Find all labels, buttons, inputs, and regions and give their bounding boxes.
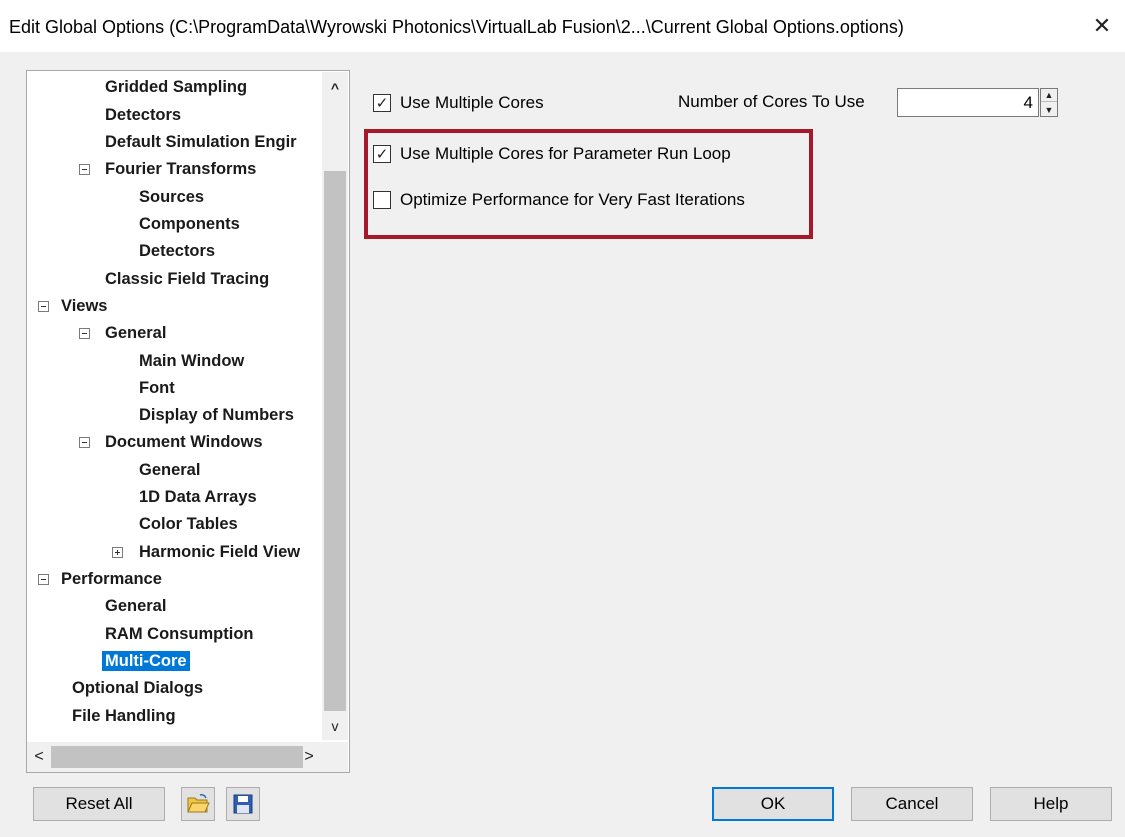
edit-global-options-dialog: Edit Global Options (C:\ProgramData\Wyro… [0, 0, 1125, 837]
tree-item[interactable]: Sources [139, 184, 204, 210]
tree-item[interactable]: Harmonic Field View [112, 539, 300, 565]
close-button[interactable]: ✕ [1079, 0, 1125, 52]
param-run-loop-label: Use Multiple Cores for Parameter Run Loo… [400, 144, 731, 163]
options-tree[interactable]: Gridded Sampling Detectors Default Simul… [26, 70, 350, 773]
save-button[interactable] [226, 787, 260, 821]
fast-iterations-label: Optimize Performance for Very Fast Itera… [400, 190, 745, 209]
collapse-icon[interactable] [79, 437, 90, 448]
collapse-icon[interactable] [79, 164, 90, 175]
triangle-up-icon: ▲ [1044, 90, 1054, 100]
fast-iterations-option[interactable]: Optimize Performance for Very Fast Itera… [373, 190, 745, 210]
triangle-down-icon: ▼ [1044, 104, 1054, 115]
spin-down-button[interactable]: ▼ [1041, 103, 1057, 116]
tree-item[interactable]: Components [139, 211, 240, 237]
scrollbar-corner [322, 742, 348, 772]
tree-item[interactable]: Display of Numbers [139, 402, 294, 428]
reset-all-button[interactable]: Reset All [33, 787, 165, 821]
ok-button[interactable]: OK [712, 787, 834, 821]
tree-item[interactable]: Gridded Sampling [105, 74, 247, 100]
tree-item[interactable]: Font [139, 375, 175, 401]
tree-item[interactable]: Performance [38, 566, 162, 592]
chevron-down-icon: v [331, 718, 339, 734]
tree-item[interactable]: Detectors [105, 102, 181, 128]
cores-count-input[interactable] [897, 88, 1039, 117]
scroll-thumb[interactable] [51, 746, 303, 768]
cancel-label: Cancel [885, 794, 939, 813]
collapse-icon[interactable] [79, 328, 90, 339]
tree-item[interactable]: General [79, 320, 166, 346]
reset-all-label: Reset All [65, 794, 133, 813]
cores-spinner[interactable]: ▲ ▼ [1040, 88, 1058, 117]
ok-label: OK [760, 794, 786, 813]
tree-item[interactable]: Optional Dialogs [72, 675, 203, 701]
scroll-up-button[interactable]: ^ [322, 76, 348, 100]
tree-item[interactable]: Classic Field Tracing [105, 266, 269, 292]
close-icon: ✕ [1092, 13, 1112, 38]
collapse-icon[interactable] [38, 301, 49, 312]
scroll-right-button[interactable]: > [297, 742, 321, 772]
use-multiple-cores-label: Use Multiple Cores [400, 93, 544, 112]
tree-item[interactable]: Detectors [139, 238, 215, 264]
window-title: Edit Global Options (C:\ProgramData\Wyro… [9, 17, 904, 37]
help-label: Help [1033, 794, 1069, 813]
checkbox-param-run-loop[interactable]: ✓ [373, 145, 391, 163]
tree-item[interactable]: General [139, 457, 200, 483]
tree-item[interactable]: File Handling [72, 703, 176, 729]
scroll-left-button[interactable]: < [27, 742, 51, 772]
tree-item[interactable]: RAM Consumption [105, 621, 253, 647]
help-button[interactable]: Help [990, 787, 1112, 821]
tree-item[interactable]: Main Window [139, 348, 244, 374]
open-button[interactable] [181, 787, 215, 821]
tree-item[interactable]: Views [38, 293, 107, 319]
use-multiple-cores-option[interactable]: ✓ Use Multiple Cores [373, 93, 544, 113]
open-folder-icon [187, 794, 210, 813]
checkbox-use-multiple-cores[interactable]: ✓ [373, 94, 391, 112]
tree-vertical-scrollbar[interactable]: ^ v [322, 72, 348, 740]
chevron-up-icon: ^ [330, 80, 340, 96]
save-disk-icon [233, 794, 253, 814]
chevron-right-icon: > [304, 748, 314, 765]
tree-item[interactable]: 1D Data Arrays [139, 484, 257, 510]
scroll-down-button[interactable]: v [322, 714, 348, 738]
tree-horizontal-scrollbar[interactable]: < > [27, 742, 322, 772]
tree-item[interactable]: Color Tables [139, 511, 238, 537]
tree-item-selected[interactable]: Multi-Core [102, 648, 190, 674]
tree-item[interactable]: Default Simulation Engir [105, 129, 297, 155]
tree-item[interactable]: Document Windows [79, 429, 263, 455]
cores-label: Number of Cores To Use [678, 92, 865, 111]
chevron-left-icon: < [34, 748, 44, 765]
tree-item[interactable]: General [105, 593, 166, 619]
param-run-loop-option[interactable]: ✓ Use Multiple Cores for Parameter Run L… [373, 144, 731, 164]
tree-item[interactable]: Fourier Transforms [79, 156, 256, 182]
spin-up-button[interactable]: ▲ [1041, 89, 1057, 102]
collapse-icon[interactable] [38, 574, 49, 585]
checkbox-fast-iterations[interactable] [373, 191, 391, 209]
scroll-thumb[interactable] [324, 171, 346, 711]
cancel-button[interactable]: Cancel [851, 787, 973, 821]
expand-icon[interactable] [112, 547, 123, 558]
title-bar: Edit Global Options (C:\ProgramData\Wyro… [0, 0, 1125, 52]
